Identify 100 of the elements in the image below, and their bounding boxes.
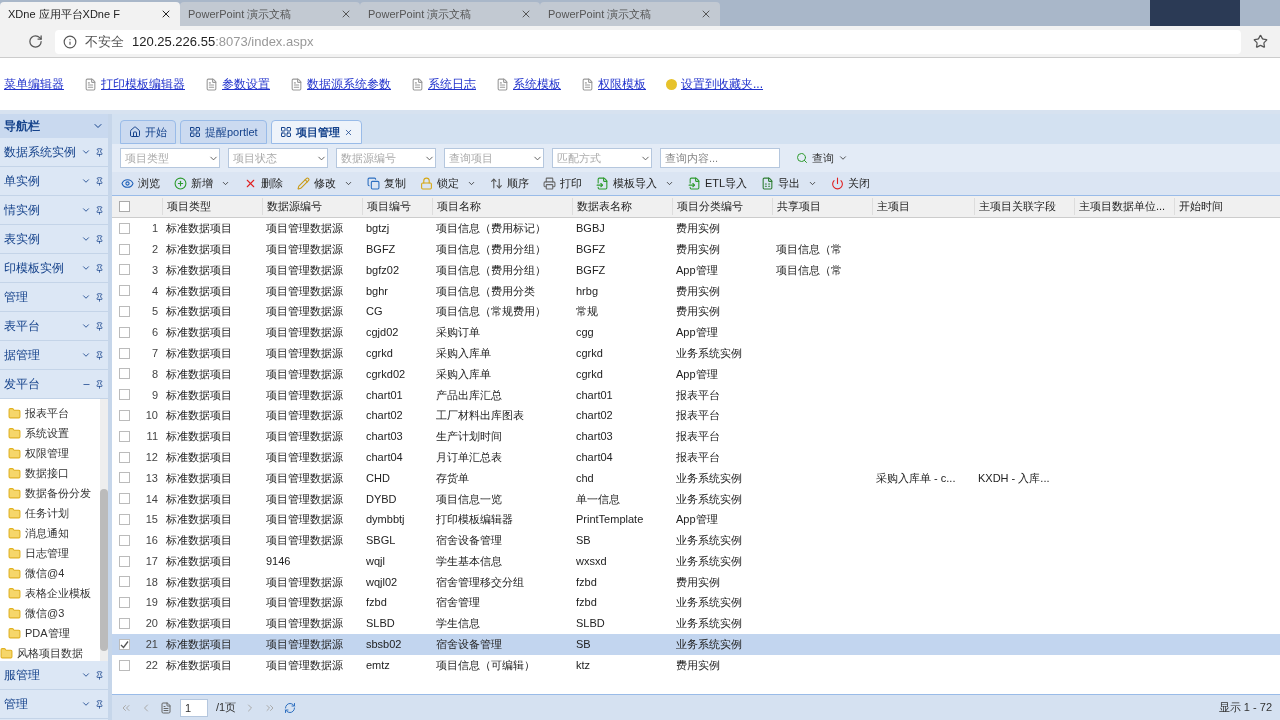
toolbar-button[interactable]: 打印 (538, 173, 587, 194)
tab[interactable]: 项目管理 (270, 120, 362, 144)
column-header[interactable]: 项目类型 (162, 198, 262, 215)
sidebar-panel[interactable]: 表实例 (0, 225, 108, 254)
table-row[interactable]: 4 标准数据项目 项目管理数据源 bghr 项目信息（费用分类 hrbg 费用实例 (112, 280, 1280, 302)
row-checkbox[interactable] (118, 326, 130, 338)
menu-link[interactable]: 打印模板编辑器 (84, 75, 185, 93)
table-row[interactable]: 15 标准数据项目 项目管理数据源 dymbbtj 打印模板编辑器 PrintTemplate App管理 (112, 509, 1280, 530)
row-checkbox[interactable] (118, 451, 130, 463)
search-button[interactable]: 查询 (788, 147, 856, 169)
close-icon[interactable] (160, 8, 172, 20)
column-header[interactable]: 项目名称 (432, 198, 572, 215)
sidebar-panel[interactable]: 管理 (0, 283, 108, 312)
expand-icon[interactable] (81, 205, 91, 215)
row-checkbox[interactable] (118, 576, 130, 588)
column-header[interactable]: 主项目关联字段 (974, 198, 1074, 215)
table-row[interactable]: 6 标准数据项目 项目管理数据源 cgjd02 采购订单 cgg App管理 (112, 322, 1280, 343)
expand-icon[interactable] (81, 176, 91, 186)
pin-icon[interactable] (95, 234, 104, 244)
tree-item[interactable]: 任务计划 (0, 503, 100, 523)
table-row[interactable]: 2 标准数据项目 项目管理数据源 BGFZ 项目信息（费用分组） BGFZ 费用实例 项目信息（常 (112, 238, 1280, 260)
toolbar-button[interactable]: 删除 (239, 173, 288, 194)
refresh-icon[interactable] (284, 701, 297, 714)
column-header[interactable]: 开始时间 (1174, 198, 1274, 215)
column-header[interactable]: 项目编号 (362, 198, 432, 215)
sidebar-panel[interactable]: 单实例 (0, 167, 108, 196)
tree-item[interactable]: PDA管理 (0, 623, 100, 643)
column-header[interactable]: 数据表名称 (572, 198, 672, 215)
tab[interactable]: 提醒portlet (180, 120, 267, 144)
row-checkbox[interactable] (118, 285, 130, 297)
row-checkbox[interactable] (118, 368, 130, 380)
table-row[interactable]: 1 标准数据项目 项目管理数据源 bgtzj 项目信息（费用标记） BGBJ 费用实例 (112, 218, 1280, 239)
sidebar-panel[interactable]: 服管理 (0, 661, 108, 690)
row-checkbox[interactable] (118, 659, 130, 671)
sidebar-panel[interactable]: 印模板实例 (0, 254, 108, 283)
column-header[interactable]: 数据源编号 (262, 198, 362, 215)
sidebar-panel[interactable]: 数据系统实例 (0, 138, 108, 167)
table-row[interactable]: 3 标准数据项目 项目管理数据源 bgfz02 项目信息（费用分组） BGFZ App管理 项目信息（常 (112, 259, 1280, 281)
tab[interactable]: 开始 (120, 120, 176, 144)
table-row[interactable]: 22 标准数据项目 项目管理数据源 emtz 项目信息（可编辑） ktz 费用实例 (112, 654, 1280, 676)
tree-item[interactable]: 消息通知 (0, 523, 100, 543)
expand-icon[interactable] (81, 292, 91, 302)
table-row[interactable]: 14 标准数据项目 项目管理数据源 DYBD 项目信息一览 单一信息 业务系统实例 (112, 488, 1280, 510)
browser-tab[interactable]: PowerPoint 演示文稿 (360, 2, 540, 26)
tree-item[interactable]: 数据备份分发 (0, 483, 100, 503)
table-row[interactable]: 17 标准数据项目 9146 wqjl 学生基本信息 wxsxd 业务系统实例 (112, 550, 1280, 572)
toolbar-button[interactable]: 导出 (756, 173, 823, 194)
toolbar-button[interactable]: 顺序 (485, 173, 534, 194)
tree-item[interactable]: 报表平台 (0, 403, 100, 423)
toolbar-button[interactable]: 修改 (292, 173, 358, 194)
expand-icon[interactable] (81, 147, 91, 157)
browser-tab[interactable]: PowerPoint 演示文稿 (180, 2, 360, 26)
table-row[interactable]: 5 标准数据项目 项目管理数据源 CG 项目信息（常规费用） 常规 费用实例 (112, 301, 1280, 322)
header-checkbox[interactable] (118, 201, 130, 212)
row-checkbox[interactable] (118, 222, 130, 234)
url-field[interactable]: 不安全 120.25.226.55:8073/index.aspx (55, 29, 1241, 54)
menu-link[interactable]: 系统模板 (496, 75, 561, 93)
row-checkbox[interactable] (118, 618, 130, 630)
page-field[interactable]: 1 (180, 698, 208, 717)
toolbar-button[interactable]: 模板导入 (591, 173, 679, 194)
pin-icon[interactable] (95, 263, 104, 273)
row-checkbox[interactable] (118, 555, 130, 567)
expand-icon[interactable] (81, 670, 91, 680)
browser-tab[interactable]: PowerPoint 演示文稿 (540, 2, 720, 26)
pin-icon[interactable] (95, 379, 104, 389)
column-header[interactable]: 主项目数据单位... (1074, 198, 1174, 215)
expand-icon[interactable] (81, 321, 91, 331)
tree-item[interactable]: 日志管理 (0, 543, 100, 563)
table-row[interactable]: 18 标准数据项目 项目管理数据源 wqjl02 宿舍管理移交分组 fzbd 费用实例 (112, 571, 1280, 593)
scrollbar[interactable] (100, 399, 108, 661)
toolbar-button[interactable]: 锁定 (415, 173, 481, 194)
pin-icon[interactable] (95, 205, 104, 215)
row-checkbox[interactable] (118, 347, 130, 359)
table-row[interactable]: 11 标准数据项目 项目管理数据源 chart03 生产计划时间 chart03 报表平台 (112, 425, 1280, 447)
search-field[interactable]: 查询内容... (660, 148, 780, 168)
pin-icon[interactable] (95, 147, 104, 157)
table-row[interactable]: 12 标准数据项目 项目管理数据源 chart04 月订单汇总表 chart04 报表平台 (112, 446, 1280, 468)
row-checkbox[interactable] (118, 430, 130, 442)
bookmark-star-icon[interactable] (1253, 34, 1268, 49)
column-header[interactable]: 主项目 (872, 198, 974, 215)
menu-link[interactable]: 权限模板 (581, 75, 646, 93)
sidebar-panel[interactable]: 管理 (0, 690, 108, 719)
row-checkbox[interactable] (118, 389, 130, 401)
tree-item[interactable]: 微信@3 (0, 603, 100, 623)
expand-icon[interactable] (81, 350, 91, 360)
row-checkbox[interactable] (118, 410, 130, 422)
row-checkbox[interactable] (118, 472, 130, 484)
column-header[interactable]: 项目分类编号 (672, 198, 772, 215)
tree-item[interactable]: 权限管理 (0, 443, 100, 463)
table-row[interactable]: 7 标准数据项目 项目管理数据源 cgrkd 采购入库单 cgrkd 业务系统实例 (112, 342, 1280, 364)
tree-item[interactable]: 系统设置 (0, 423, 100, 443)
row-checkbox[interactable] (118, 638, 130, 650)
toolbar-button[interactable]: ETL导入 (683, 173, 753, 194)
expand-icon[interactable] (81, 699, 91, 709)
row-checkbox[interactable] (118, 514, 130, 526)
tree-item[interactable]: 微信@4 (0, 563, 100, 583)
menu-link[interactable]: 菜单编辑器 (4, 75, 64, 93)
sidebar-panel[interactable]: 情实例 (0, 196, 108, 225)
table-row[interactable]: 21 标准数据项目 项目管理数据源 sbsb02 宿舍设备管理 SB 业务系统实例 (112, 633, 1280, 655)
table-row[interactable]: 10 标准数据项目 项目管理数据源 chart02 工厂材料出库图表 chart02 报表平台 (112, 405, 1280, 426)
